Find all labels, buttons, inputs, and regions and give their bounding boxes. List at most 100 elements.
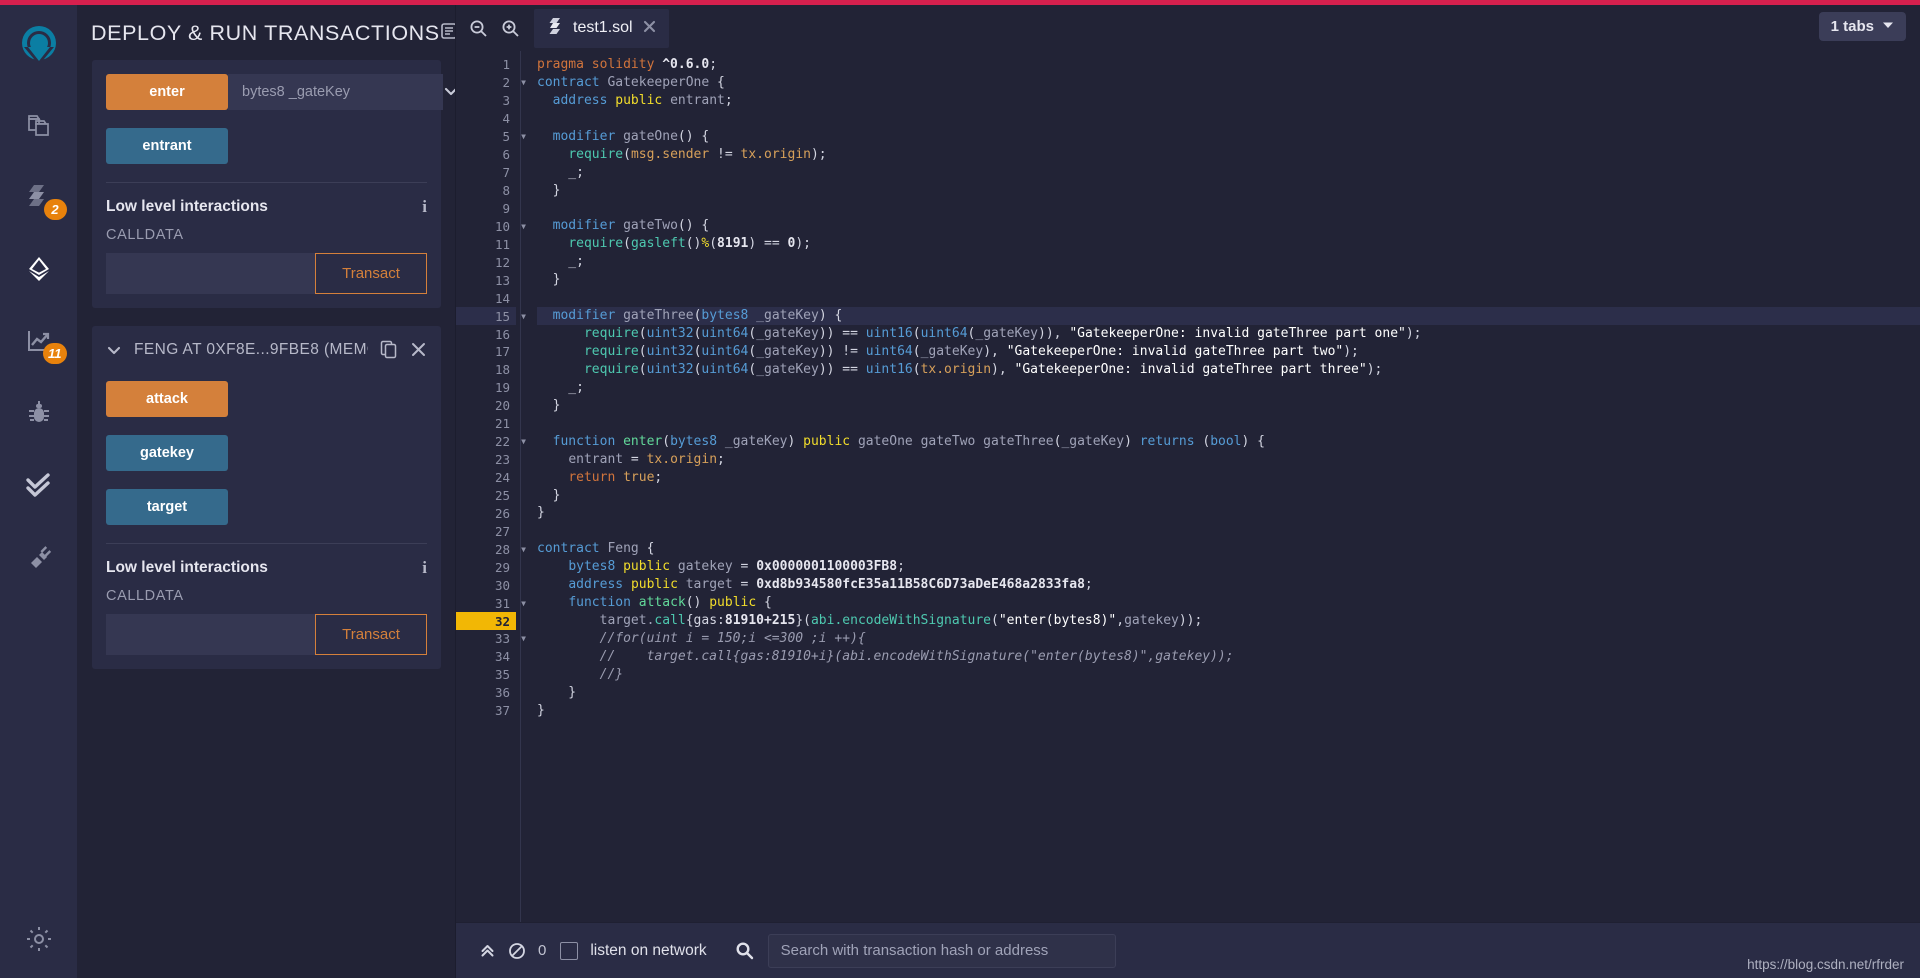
code-line[interactable]: }: [537, 702, 1920, 720]
calldata-input[interactable]: [106, 614, 315, 655]
code-line[interactable]: [537, 522, 1920, 540]
code-line[interactable]: [537, 415, 1920, 433]
line-number[interactable]: 12: [456, 253, 516, 271]
code-line[interactable]: modifier gateTwo() {: [537, 217, 1920, 235]
line-number[interactable]: 31 ▼: [456, 594, 526, 612]
code-line[interactable]: [537, 289, 1920, 307]
search-input[interactable]: [767, 933, 1116, 968]
code-line[interactable]: contract GatekeeperOne {: [537, 74, 1920, 92]
copy-icon[interactable]: [380, 340, 398, 359]
fold-arrow-icon[interactable]: ▼: [521, 222, 526, 231]
line-number[interactable]: 7: [456, 164, 516, 182]
line-number[interactable]: 26: [456, 504, 516, 522]
close-icon[interactable]: [410, 341, 427, 358]
expand-params-button[interactable]: [443, 74, 455, 110]
code-line[interactable]: require(msg.sender != tx.origin);: [537, 146, 1920, 164]
line-number[interactable]: 28 ▼: [456, 540, 526, 558]
code-line[interactable]: target.call{gas:81910+215}(abi.encodeWit…: [537, 612, 1920, 630]
zoom-in-icon[interactable]: [494, 12, 526, 44]
code-line[interactable]: // target.call{gas:81910+i}(abi.encodeWi…: [537, 648, 1920, 666]
code-line[interactable]: _;: [537, 253, 1920, 271]
line-number[interactable]: 34: [456, 648, 516, 666]
code-line[interactable]: require(gasleft()%(8191) == 0);: [537, 235, 1920, 253]
sidebar-item-solidity-analysis[interactable]: 11: [13, 316, 67, 366]
line-number[interactable]: 23: [456, 451, 516, 469]
line-number[interactable]: 5 ▼: [456, 128, 526, 146]
code-content[interactable]: pragma solidity ^0.6.0; contract Gatekeep…: [521, 51, 1920, 922]
close-icon[interactable]: [642, 19, 657, 37]
line-number[interactable]: 30: [456, 576, 516, 594]
code-line[interactable]: require(uint32(uint64(_gateKey)) == uint…: [537, 361, 1920, 379]
code-line[interactable]: contract Feng {: [537, 540, 1920, 558]
code-editor[interactable]: 1 2 ▼ 3 4 5 ▼ 6 7 8 9 10 ▼ 11 12 13 14 15 ▼ 16 17 18 19 20 21 22 ▼…: [456, 51, 1920, 922]
line-number[interactable]: 3: [456, 92, 516, 110]
code-line[interactable]: entrant = tx.origin;: [537, 451, 1920, 469]
code-line[interactable]: [537, 110, 1920, 128]
line-number[interactable]: 18: [456, 361, 516, 379]
entrant-button[interactable]: entrant: [106, 128, 228, 164]
code-line[interactable]: }: [537, 487, 1920, 505]
line-number[interactable]: 36: [456, 684, 516, 702]
fold-arrow-icon[interactable]: ▼: [521, 599, 526, 608]
line-number[interactable]: 29: [456, 558, 516, 576]
line-number[interactable]: 17: [456, 343, 516, 361]
sidebar-item-plugin-manager[interactable]: [13, 532, 65, 582]
fold-arrow-icon[interactable]: ▼: [521, 132, 526, 141]
code-line[interactable]: _;: [537, 379, 1920, 397]
line-number[interactable]: 19: [456, 379, 516, 397]
chevron-down-icon[interactable]: [106, 342, 122, 358]
line-number[interactable]: 6: [456, 146, 516, 164]
editor-tab-test1-sol[interactable]: test1.sol: [534, 8, 669, 48]
line-number[interactable]: 24: [456, 469, 516, 487]
code-line[interactable]: function enter(bytes8 _gateKey) public g…: [537, 433, 1920, 451]
chevron-up-double-icon[interactable]: [472, 942, 502, 959]
sidebar-item-settings[interactable]: [0, 925, 78, 958]
code-line[interactable]: return true;: [537, 469, 1920, 487]
line-number[interactable]: 33 ▼: [456, 630, 526, 648]
enter-button[interactable]: enter: [106, 74, 228, 110]
code-line[interactable]: address public entrant;: [537, 92, 1920, 110]
sidebar-item-debugger[interactable]: [13, 388, 65, 438]
code-line[interactable]: }: [537, 271, 1920, 289]
code-line[interactable]: require(uint32(uint64(_gateKey)) == uint…: [537, 325, 1920, 343]
clear-console-icon[interactable]: [502, 942, 532, 960]
line-number[interactable]: 16: [456, 325, 516, 343]
code-line[interactable]: }: [537, 182, 1920, 200]
line-number[interactable]: 32: [456, 612, 516, 630]
line-number[interactable]: 2 ▼: [456, 74, 526, 92]
info-icon[interactable]: i: [422, 197, 427, 217]
sidebar-item-file-explorers[interactable]: [13, 100, 65, 150]
gatekey-button[interactable]: gatekey: [106, 435, 228, 471]
zoom-out-icon[interactable]: [462, 12, 494, 44]
code-line[interactable]: }: [537, 684, 1920, 702]
code-line[interactable]: require(uint32(uint64(_gateKey)) != uint…: [537, 343, 1920, 361]
code-line[interactable]: address public target = 0xd8b934580fcE35…: [537, 576, 1920, 594]
line-number[interactable]: 9: [456, 200, 516, 218]
instance-header[interactable]: FENG AT 0XF8E...9FBE8 (MEMORY): [106, 340, 427, 359]
line-number[interactable]: 37: [456, 702, 516, 720]
panel-collapse-icon[interactable]: [440, 22, 455, 45]
line-number[interactable]: 10 ▼: [456, 217, 526, 235]
gatekey-input[interactable]: [228, 74, 443, 110]
code-line[interactable]: modifier gateOne() {: [537, 128, 1920, 146]
code-line[interactable]: }: [537, 504, 1920, 522]
fold-arrow-icon[interactable]: ▼: [521, 312, 526, 321]
line-number[interactable]: 15 ▼: [456, 307, 526, 326]
line-number[interactable]: 21: [456, 415, 516, 433]
fold-arrow-icon[interactable]: ▼: [521, 78, 526, 87]
code-line[interactable]: _;: [537, 164, 1920, 182]
code-line[interactable]: bytes8 public gatekey = 0x0000001100003F…: [537, 558, 1920, 576]
sidebar-item-deploy-run[interactable]: [13, 244, 65, 294]
code-line[interactable]: //}: [537, 666, 1920, 684]
line-number[interactable]: 22 ▼: [456, 433, 526, 451]
line-number[interactable]: 13: [456, 271, 516, 289]
line-number[interactable]: 25: [456, 487, 516, 505]
sidebar-item-unit-testing[interactable]: [13, 460, 65, 510]
line-number[interactable]: 11: [456, 235, 516, 253]
line-number[interactable]: 27: [456, 522, 516, 540]
line-number[interactable]: 4: [456, 110, 516, 128]
listen-on-network-checkbox[interactable]: [560, 941, 579, 960]
attack-button[interactable]: attack: [106, 381, 228, 417]
info-icon[interactable]: i: [422, 558, 427, 578]
sidebar-item-solidity-compiler[interactable]: 2: [13, 172, 67, 222]
